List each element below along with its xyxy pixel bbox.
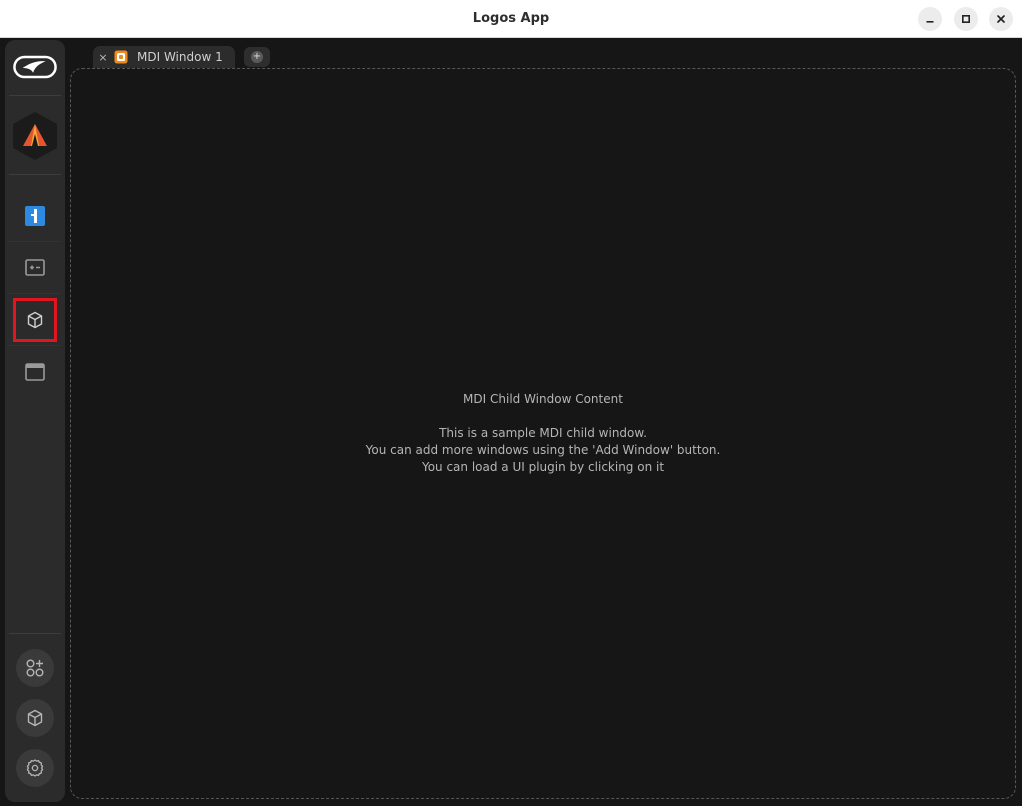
terminal-panel-icon: [25, 259, 45, 276]
content-heading: MDI Child Window Content: [463, 392, 623, 406]
tab-mdi-window-1[interactable]: × MDI Window 1: [93, 46, 235, 68]
sidebar: [5, 40, 65, 802]
add-app-button[interactable]: [16, 649, 54, 687]
mdi-child-content: MDI Child Window Content This is a sampl…: [71, 391, 1015, 476]
logos-logo[interactable]: [13, 54, 57, 80]
app-tile-tent[interactable]: [9, 110, 61, 162]
logos-logo-icon: [13, 55, 57, 79]
tab-label: MDI Window 1: [137, 50, 223, 64]
add-window-button[interactable]: +: [244, 47, 270, 67]
nav-divider: [9, 293, 61, 294]
nav-divider: [9, 241, 61, 242]
apps-add-icon: [26, 659, 44, 677]
gear-icon: [26, 759, 44, 777]
content-line: You can add more windows using the 'Add …: [365, 443, 721, 457]
window-title: Logos App: [472, 11, 550, 26]
close-icon: [997, 15, 1005, 23]
minimize-icon: [926, 21, 934, 23]
content-line: This is a sample MDI child window.: [439, 426, 647, 440]
sidebar-divider: [9, 633, 61, 634]
mdi-area[interactable]: MDI Child Window Content This is a sampl…: [70, 68, 1016, 799]
sidebar-divider: [9, 174, 61, 175]
nav-item-browser[interactable]: [13, 350, 57, 394]
maximize-button[interactable]: [954, 7, 978, 31]
plus-icon: +: [251, 51, 263, 63]
nav-item-terminal[interactable]: [13, 246, 57, 290]
close-button[interactable]: [989, 7, 1013, 31]
settings-button[interactable]: [16, 749, 54, 787]
nav-item-dashboard[interactable]: [13, 194, 57, 238]
nav-divider: [9, 345, 61, 346]
content-line: You can load a UI plugin by clicking on …: [421, 460, 665, 474]
packages-button[interactable]: [16, 699, 54, 737]
title-bar[interactable]: Logos App: [0, 0, 1022, 38]
minimize-button[interactable]: [918, 7, 942, 31]
sidebar-divider: [9, 95, 61, 96]
plugin-app-icon: [114, 50, 128, 64]
package-cube-icon: [27, 311, 43, 329]
app-window: Logos App × MDI Window 1 + MDI Child Win…: [0, 0, 1022, 806]
tent-app-icon: [13, 112, 57, 160]
package-cube-icon: [27, 709, 43, 727]
tab-close-button[interactable]: ×: [94, 51, 112, 64]
numbered-box-icon: [25, 206, 45, 226]
browser-window-icon: [25, 363, 45, 381]
nav-item-packages[interactable]: [13, 298, 57, 342]
maximize-icon: [961, 14, 971, 24]
